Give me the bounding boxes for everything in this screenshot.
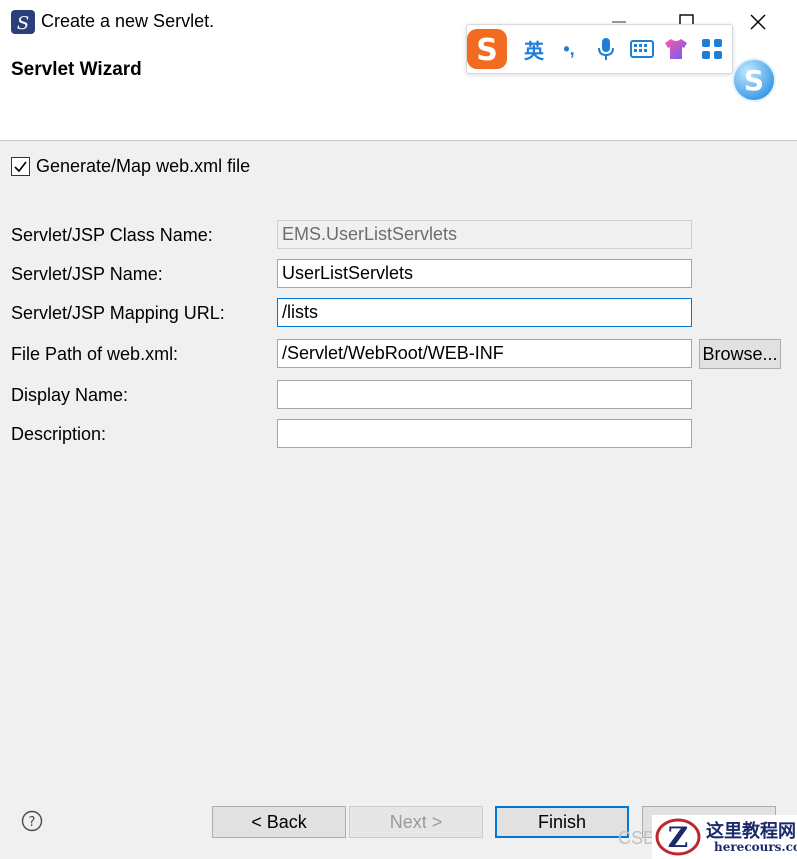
svg-text:S: S (17, 13, 29, 34)
back-button[interactable]: < Back (212, 806, 346, 838)
next-button[interactable]: Next > (349, 806, 483, 838)
ime-mode-toggle[interactable]: 英 (521, 35, 547, 63)
display-name-label: Display Name: (11, 385, 129, 405)
eclipse-servlet-icon: S (11, 10, 35, 34)
servlet-name-field[interactable] (277, 259, 692, 288)
svg-text:S: S (476, 33, 498, 68)
close-icon (750, 14, 766, 30)
microphone-icon (598, 38, 614, 60)
finish-button[interactable]: Finish (495, 806, 629, 838)
checkmark-icon (14, 161, 27, 173)
description-field[interactable] (277, 419, 692, 448)
apps-button[interactable] (699, 35, 725, 63)
shirt-icon (665, 39, 687, 59)
skin-button[interactable] (663, 35, 689, 63)
csdn-watermark-text: CSD (618, 828, 657, 848)
description-label: Description: (11, 424, 107, 444)
mapping-url-label: Servlet/JSP Mapping URL: (11, 303, 225, 323)
window-title: Create a new Servlet. (41, 11, 215, 31)
site-url: herecours.com (714, 840, 797, 854)
keyboard-button[interactable] (629, 35, 655, 63)
keyboard-icon (630, 40, 654, 58)
class-name-label: Servlet/JSP Class Name: (11, 225, 213, 245)
servlet-name-label: Servlet/JSP Name: (11, 264, 163, 284)
help-icon[interactable]: ? (21, 810, 43, 832)
browse-button[interactable]: Browse... (699, 339, 781, 369)
web-xml-path-label: File Path of web.xml: (11, 344, 179, 364)
mapping-url-field[interactable] (277, 298, 692, 327)
svg-text:S: S (744, 64, 764, 97)
sogou-logo-icon[interactable]: S (465, 27, 511, 71)
site-logo-icon: Z (655, 818, 701, 856)
web-xml-path-field[interactable] (277, 339, 692, 368)
class-name-field (277, 220, 692, 249)
site-watermark: Z 这里教程网 herecours.com (652, 815, 797, 859)
generate-web-xml-option[interactable]: Generate/Map web.xml file (11, 156, 250, 177)
ime-toolbar: S 英 •, (466, 24, 733, 74)
apps-grid-icon (702, 39, 722, 59)
sogou-floating-ball-icon[interactable]: S (730, 56, 778, 104)
generate-web-xml-label: Generate/Map web.xml file (36, 156, 251, 176)
svg-text:Z: Z (668, 821, 688, 854)
microphone-button[interactable] (593, 35, 619, 63)
generate-web-xml-checkbox[interactable] (11, 157, 30, 176)
svg-text:?: ? (29, 815, 36, 830)
close-button[interactable] (735, 0, 781, 44)
wizard-title: Servlet Wizard (11, 59, 142, 80)
ime-punctuation-toggle[interactable]: •, (557, 35, 581, 63)
display-name-field[interactable] (277, 380, 692, 409)
